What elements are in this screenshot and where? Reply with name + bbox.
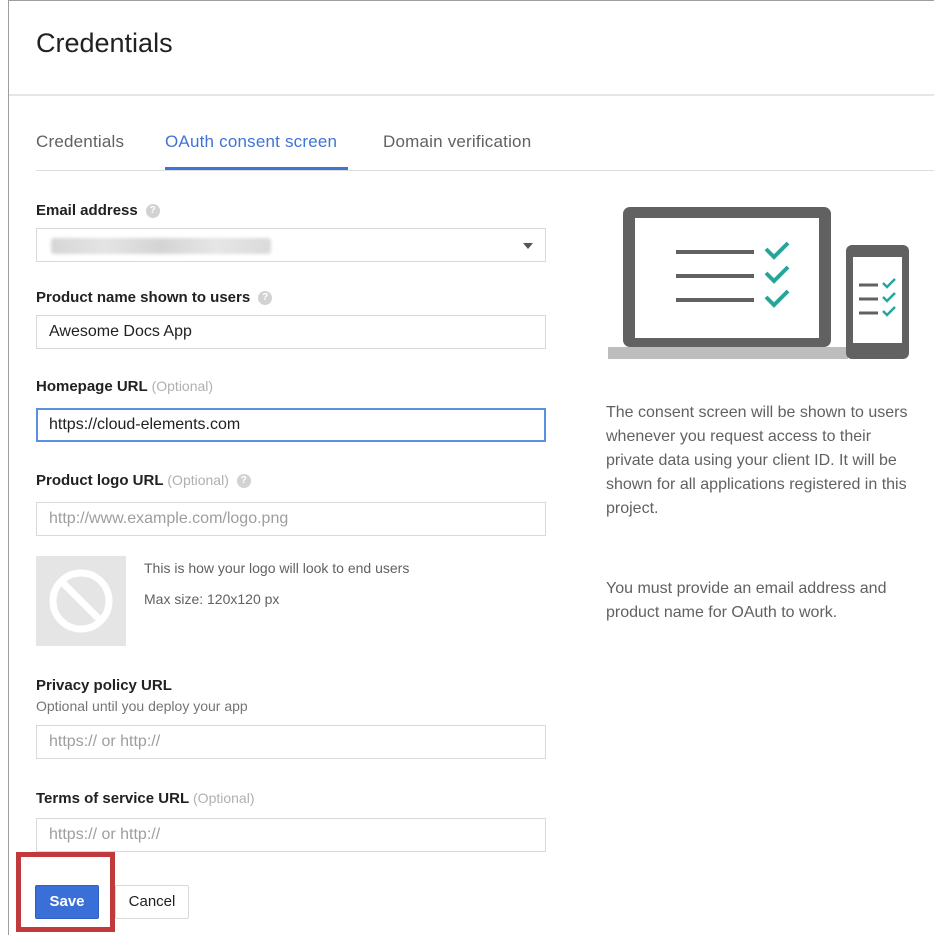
privacy-policy-note: Optional until you deploy your app [36,698,248,714]
product-name-input[interactable]: Awesome Docs App [36,315,546,349]
tab-bar: Credentials OAuth consent screen Domain … [36,132,934,170]
window-border-top [8,0,934,1]
email-address-label: Email address? [36,202,160,219]
cancel-button[interactable]: Cancel [115,885,189,919]
logo-max-size: Max size: 120x120 px [144,591,280,607]
chevron-down-icon [523,243,533,249]
optional-tag: (Optional) [151,378,214,394]
homepage-url-value: https://cloud-elements.com [49,416,241,433]
consent-illustration [606,205,912,360]
help-icon[interactable]: ? [236,474,251,489]
tabs-divider [36,170,934,171]
optional-tag: (Optional) [193,790,255,806]
oauth-requirement-note: You must provide an email address and pr… [606,580,887,621]
logo-preview-caption: This is how your logo will look to end u… [144,560,410,576]
tab-domain-verification[interactable]: Domain verification [383,132,531,152]
laptop-icon [608,207,848,359]
product-logo-url-label: Product logo URL (Optional)? [36,472,251,489]
window-border-left [8,0,9,935]
optional-tag: (Optional) [167,472,229,488]
terms-of-service-url-label: Terms of service URL (Optional) [36,790,255,807]
tab-oauth-consent-screen[interactable]: OAuth consent screen [165,132,337,152]
homepage-url-input[interactable]: https://cloud-elements.com [36,408,546,442]
homepage-url-label: Homepage URL (Optional) [36,378,214,395]
terms-of-service-url-placeholder: https:// or http:// [49,826,161,843]
redacted-email-value [51,238,271,254]
help-icon[interactable]: ? [258,291,273,306]
no-image-icon [49,569,113,633]
tab-credentials[interactable]: Credentials [36,132,124,152]
logo-preview [36,556,126,646]
consent-screen-description: The consent screen will be shown to user… [606,404,908,517]
email-address-select[interactable] [36,228,546,262]
privacy-policy-url-label: Privacy policy URL [36,677,172,694]
privacy-policy-url-placeholder: https:// or http:// [49,733,161,750]
product-name-label: Product name shown to users? [36,289,273,306]
help-icon[interactable]: ? [145,204,160,219]
phone-icon [846,245,909,359]
header-divider [9,94,934,96]
save-button[interactable]: Save [35,885,99,919]
page-title: Credentials [36,28,173,58]
terms-of-service-url-input[interactable]: https:// or http:// [36,818,546,852]
product-name-value: Awesome Docs App [49,323,192,340]
product-logo-url-input[interactable]: http://www.example.com/logo.png [36,502,546,536]
product-logo-url-placeholder: http://www.example.com/logo.png [49,510,289,527]
privacy-policy-url-input[interactable]: https:// or http:// [36,725,546,759]
